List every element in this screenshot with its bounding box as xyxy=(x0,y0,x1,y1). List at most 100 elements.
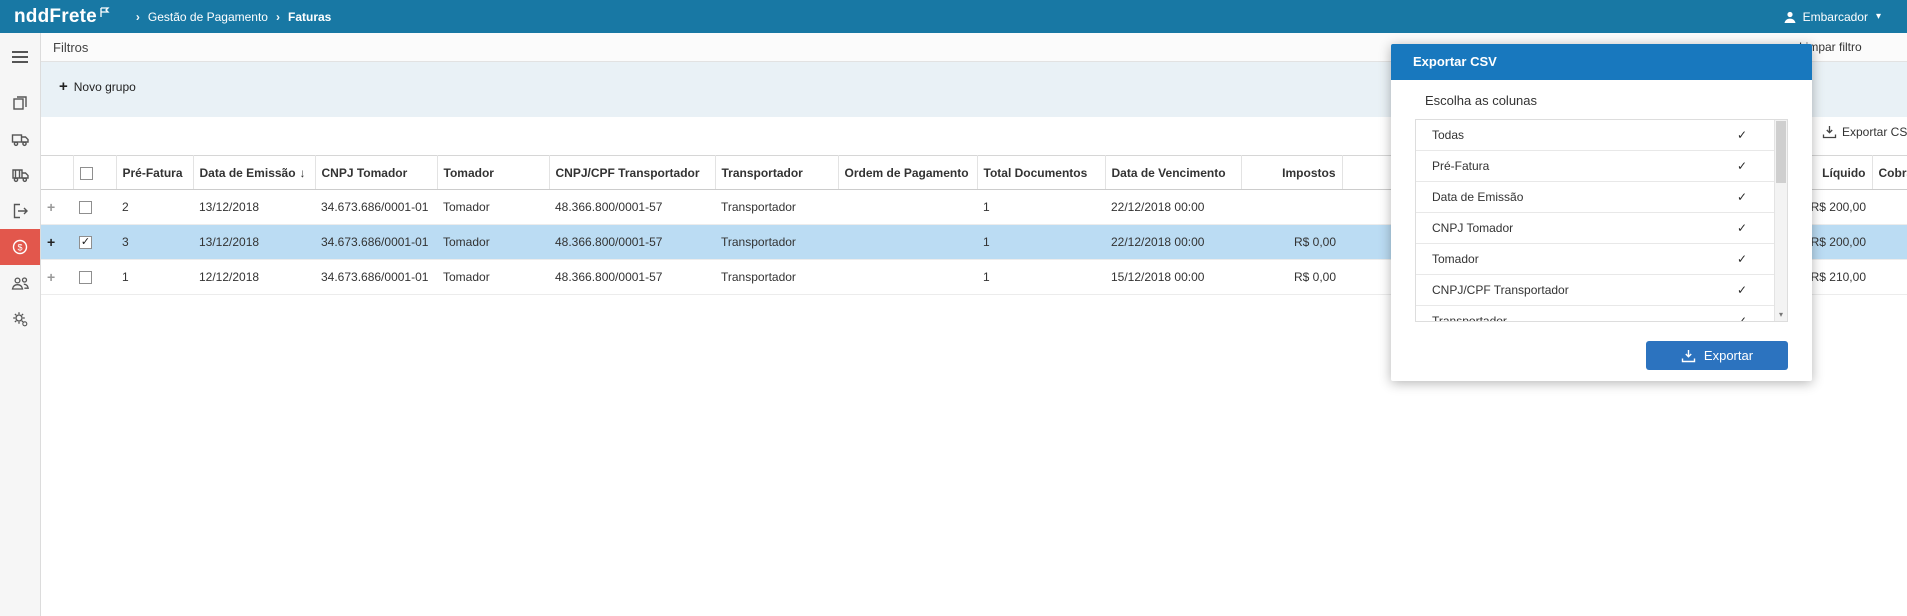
col-header-data-emissao[interactable]: Data de Emissão ↓ xyxy=(193,155,316,190)
column-option-list: Todas ✓ Pré-Fatura ✓ Data de Emissão ✓ CNPJ… xyxy=(1415,119,1788,322)
cell-total-documentos: 1 xyxy=(977,189,1105,225)
cell-tomador: Tomador xyxy=(437,224,549,260)
export-csv-button[interactable]: Exportar CSV xyxy=(1822,125,1907,139)
export-csv-label: Exportar CSV xyxy=(1842,125,1907,139)
list-scrollbar[interactable]: ▾ xyxy=(1774,120,1787,321)
column-option[interactable]: Tomador ✓ xyxy=(1416,244,1787,275)
filters-title: Filtros xyxy=(53,39,89,55)
cell-emissao: 12/12/2018 xyxy=(193,259,315,295)
download-icon xyxy=(1822,125,1837,139)
settings-gear-icon xyxy=(11,310,29,328)
select-all-checkbox[interactable]: ✓ xyxy=(79,166,93,180)
user-menu-label: Embarcador xyxy=(1802,9,1868,24)
column-option[interactable]: Todas ✓ xyxy=(1416,120,1787,151)
sidebar-item-sign-out[interactable] xyxy=(0,193,40,229)
cell-impostos: R$ 0,00 xyxy=(1241,259,1342,295)
cell-pre-fatura: 3 xyxy=(116,224,193,260)
cell-cobranca xyxy=(1872,189,1907,225)
sidebar-item-truck[interactable] xyxy=(0,121,40,157)
cell-cnpj-tomador: 34.673.686/0001-01 xyxy=(315,259,437,295)
expand-row-icon[interactable]: + xyxy=(47,234,55,250)
col-header-data-vencimento[interactable]: Data de Vencimento xyxy=(1105,155,1242,190)
cell-emissao: 13/12/2018 xyxy=(193,224,315,260)
cell-vencimento: 22/12/2018 00:00 xyxy=(1105,224,1241,260)
col-header-expand xyxy=(41,155,74,190)
sidebar-item-users[interactable] xyxy=(0,265,40,301)
expand-row-icon[interactable]: + xyxy=(47,199,55,215)
col-header-impostos[interactable]: Impostos xyxy=(1241,155,1343,190)
top-bar: nddFrete › Gestão de Pagamento › Faturas… xyxy=(0,0,1907,33)
delivery-truck-icon xyxy=(11,166,30,184)
cell-vencimento: 22/12/2018 00:00 xyxy=(1105,189,1241,225)
sort-desc-icon: ↓ xyxy=(299,165,306,180)
col-header-cnpj-tomador[interactable]: CNPJ Tomador xyxy=(315,155,438,190)
cell-pre-fatura: 1 xyxy=(116,259,193,295)
cell-total-documentos: 1 xyxy=(977,224,1105,260)
col-header-tomador[interactable]: Tomador xyxy=(437,155,550,190)
logo-flag-icon xyxy=(99,6,110,18)
plus-icon: + xyxy=(59,78,68,95)
col-header-total-documentos[interactable]: Total Documentos xyxy=(977,155,1106,190)
row-checkbox[interactable]: ✓ xyxy=(79,236,92,250)
cell-cobranca xyxy=(1872,259,1907,295)
cell-ordem-pagamento xyxy=(838,259,977,295)
row-checkbox[interactable]: ✓ xyxy=(79,201,92,215)
app-logo[interactable]: nddFrete xyxy=(14,6,110,28)
breadcrumb-item-faturas[interactable]: Faturas xyxy=(288,10,331,24)
col-header-pre-fatura[interactable]: Pré-Fatura xyxy=(116,155,194,190)
cell-ordem-pagamento xyxy=(838,224,977,260)
breadcrumb-separator: › xyxy=(135,9,140,24)
cell-transportador: Transportador xyxy=(715,189,838,225)
menu-icon xyxy=(11,50,29,64)
cell-cnpj-transportador: 48.366.800/0001-57 xyxy=(549,259,715,295)
export-csv-modal: Exportar CSV Escolha as colunas Todas ✓ P… xyxy=(1391,44,1812,381)
cell-tomador: Tomador xyxy=(437,189,549,225)
cell-impostos: R$ 0,00 xyxy=(1241,224,1342,260)
cell-pre-fatura: 2 xyxy=(116,189,193,225)
breadcrumb-separator: › xyxy=(275,9,280,24)
scrollbar-down-arrow[interactable]: ▾ xyxy=(1775,308,1787,321)
column-option[interactable]: Transportador ✓ xyxy=(1416,306,1787,321)
col-header-cnpj-transportador[interactable]: CNPJ/CPF Transportador xyxy=(549,155,716,190)
col-header-transportador[interactable]: Transportador xyxy=(715,155,839,190)
column-option[interactable]: CNPJ/CPF Transportador ✓ xyxy=(1416,275,1787,306)
col-header-cobranca[interactable]: Cobrança xyxy=(1872,155,1907,190)
user-icon xyxy=(1783,10,1797,24)
cell-cnpj-transportador: 48.366.800/0001-57 xyxy=(549,189,715,225)
expand-row-icon[interactable]: + xyxy=(47,269,55,285)
cell-transportador: Transportador xyxy=(715,259,838,295)
modal-title: Exportar CSV xyxy=(1391,44,1812,80)
sidebar-item-menu[interactable] xyxy=(0,39,40,75)
check-icon: ✓ xyxy=(1736,190,1747,204)
export-button[interactable]: Exportar xyxy=(1646,341,1788,370)
sidebar-item-payments[interactable]: $ xyxy=(0,229,40,265)
breadcrumb: › Gestão de Pagamento › Faturas xyxy=(136,10,331,24)
cell-emissao: 13/12/2018 xyxy=(193,189,315,225)
check-icon: ✓ xyxy=(1736,283,1747,297)
breadcrumb-item-gestao[interactable]: Gestão de Pagamento xyxy=(148,10,268,24)
sign-out-icon xyxy=(11,202,29,220)
new-group-button[interactable]: + Novo grupo xyxy=(59,79,136,94)
user-menu[interactable]: Embarcador ▾ xyxy=(1783,10,1881,24)
cell-total-documentos: 1 xyxy=(977,259,1105,295)
payments-icon: $ xyxy=(11,238,29,256)
column-option[interactable]: Pré-Fatura ✓ xyxy=(1416,151,1787,182)
cell-impostos xyxy=(1241,189,1342,225)
column-option[interactable]: CNPJ Tomador ✓ xyxy=(1416,213,1787,244)
cell-vencimento: 15/12/2018 00:00 xyxy=(1105,259,1241,295)
new-group-label: Novo grupo xyxy=(73,79,136,94)
col-header-ordem-pagamento[interactable]: Ordem de Pagamento xyxy=(838,155,978,190)
svg-text:$: $ xyxy=(17,242,22,252)
row-checkbox[interactable]: ✓ xyxy=(79,271,92,285)
cell-transportador: Transportador xyxy=(715,224,838,260)
users-icon xyxy=(11,275,30,291)
sidebar-item-settings[interactable] xyxy=(0,301,40,337)
chevron-down-icon: ▾ xyxy=(1875,11,1881,22)
cell-cobranca xyxy=(1872,224,1907,260)
sidebar-item-delivery[interactable] xyxy=(0,157,40,193)
modal-subtitle: Escolha as colunas xyxy=(1425,93,1538,108)
truck-icon xyxy=(11,130,30,148)
column-option[interactable]: Data de Emissão ✓ xyxy=(1416,182,1787,213)
sidebar-item-documents[interactable] xyxy=(0,85,40,121)
scrollbar-thumb[interactable] xyxy=(1776,121,1786,183)
